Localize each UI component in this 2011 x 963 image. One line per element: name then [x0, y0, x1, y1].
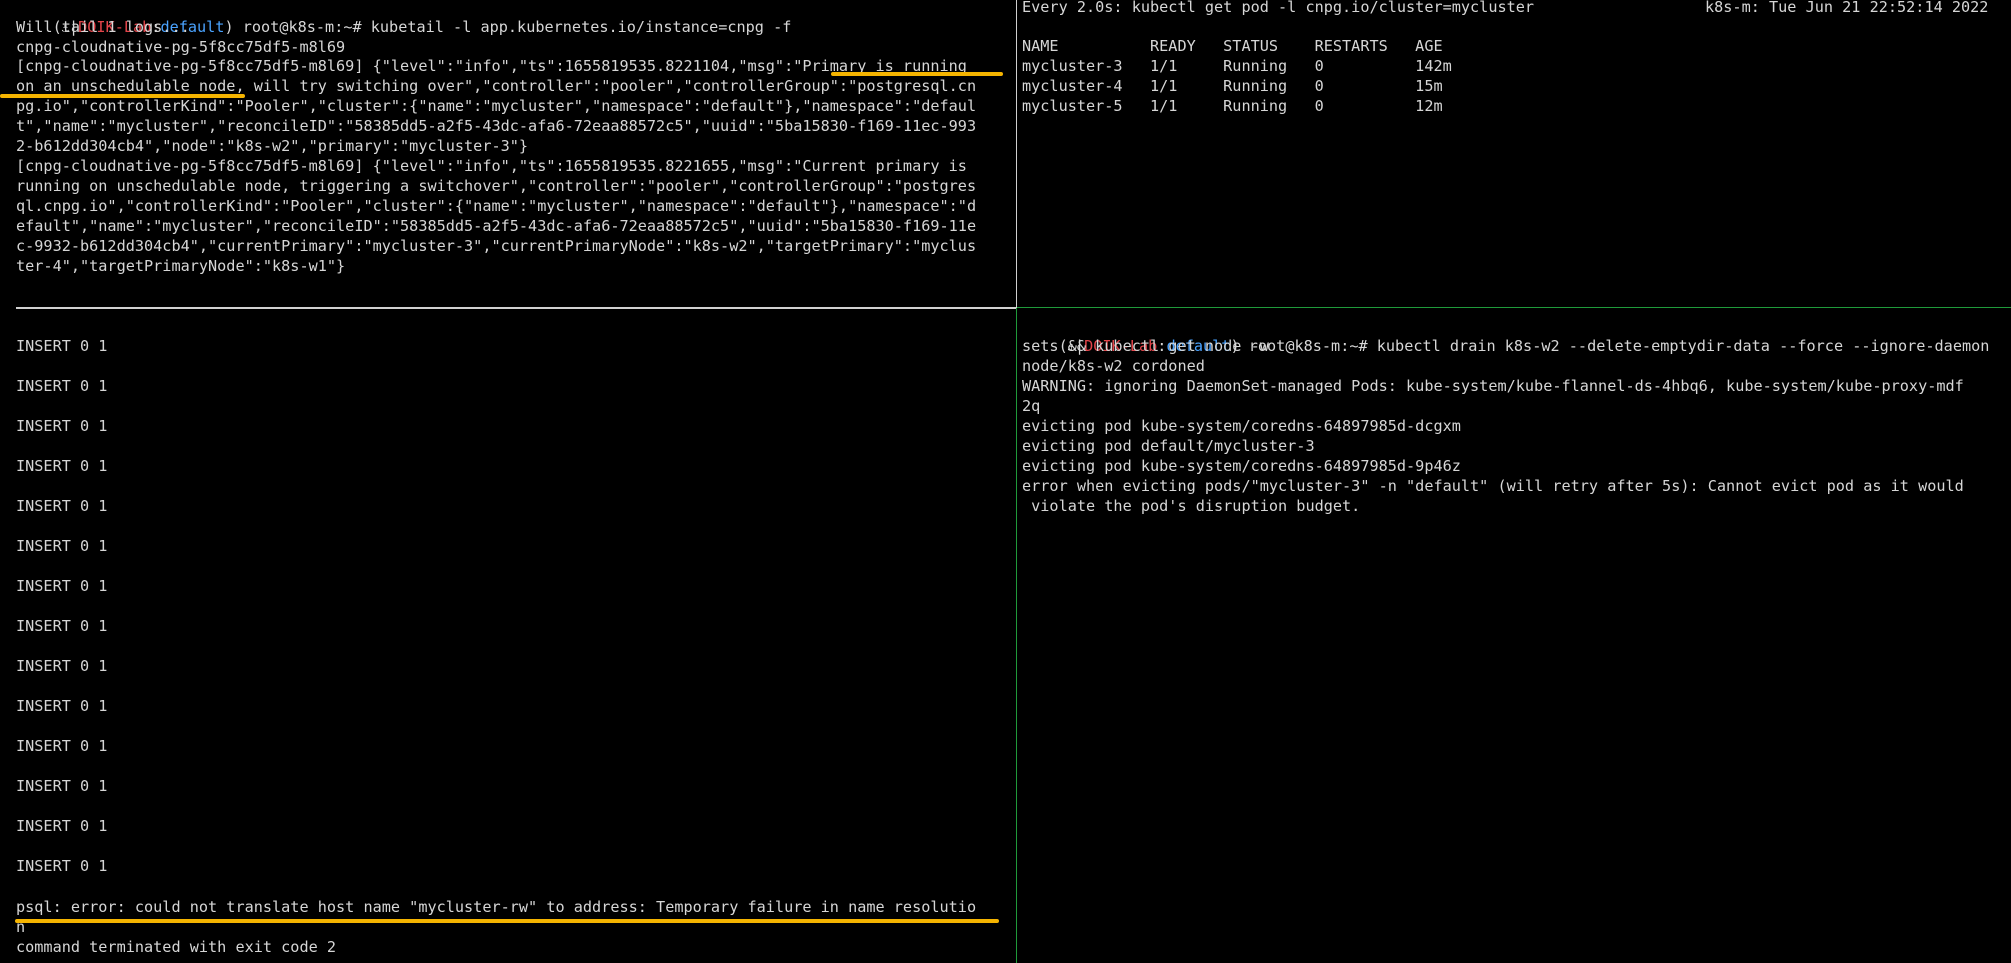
log-line: Will tail 1 logs...: [16, 18, 190, 36]
pane-divider-horizontal-right-active: [1017, 307, 2011, 308]
highlight-underline: [0, 94, 245, 98]
output-line: evicting pod kube-system/coredns-6489798…: [1022, 457, 1461, 475]
output-line: sets && kubectl get node -w: [1022, 337, 1269, 355]
pod-table-row: mycluster-4 1/1 Running 0 15m: [1022, 77, 1443, 95]
output-line: INSERT 0 1: [16, 377, 108, 395]
output-line: node/k8s-w2 cordoned: [1022, 357, 1205, 375]
prompt-line: (⚓|DOIK-Lab:default) root@k8s-m:~# kubet…: [52, 18, 792, 36]
log-line: ql.cnpg.io","controllerKind":"Pooler","c…: [16, 197, 977, 215]
log-line: efault","name":"mycluster","reconcileID"…: [16, 217, 977, 235]
output-line: INSERT 0 1: [16, 537, 108, 555]
pane-kubetail-logs[interactable]: (⚓|DOIK-Lab:default) root@k8s-m:~# kubet…: [16, 0, 1016, 305]
pane-psql-inserts[interactable]: INSERT 0 1 INSERT 0 1 INSERT 0 1 INSERT …: [16, 326, 1016, 963]
output-line: evicting pod default/mycluster-3: [1022, 437, 1315, 455]
log-line: cnpg-cloudnative-pg-5f8cc75df5-m8l69: [16, 38, 346, 56]
output-line: INSERT 0 1: [16, 697, 108, 715]
pod-table-header: NAME READY STATUS RESTARTS AGE: [1022, 37, 1443, 55]
log-line: running on unschedulable node, triggerin…: [16, 177, 977, 195]
pane-watch-pods[interactable]: Every 2.0s: kubectl get pod -l cnpg.io/c…: [1022, 0, 2011, 305]
pane-divider-vertical-right-active: [1016, 308, 1017, 963]
output-line: INSERT 0 1: [16, 417, 108, 435]
pane-kubectl-drain[interactable]: (⚓|DOIK-Lab:default) root@k8s-m:~# kubec…: [1022, 316, 2011, 963]
error-line: psql: error: could not translate host na…: [16, 898, 977, 916]
watch-header: Every 2.0s: kubectl get pod -l cnpg.io/c…: [1022, 0, 1535, 16]
output-line: error when evicting pods/"mycluster-3" -…: [1022, 477, 1964, 495]
output-line: evicting pod kube-system/coredns-6489798…: [1022, 417, 1461, 435]
watch-timestamp: k8s-m: Tue Jun 21 22:52:14 2022: [1705, 0, 1989, 16]
prompt-line: (⚓|DOIK-Lab:default) root@k8s-m:~# kubec…: [1058, 337, 1990, 355]
pane-divider-horizontal-left: [16, 307, 1016, 309]
log-line: [cnpg-cloudnative-pg-5f8cc75df5-m8l69] {…: [16, 57, 967, 75]
command-text: root@k8s-m:~# kubectl drain k8s-w2 --del…: [1239, 337, 1990, 355]
highlight-underline: [831, 72, 1003, 76]
output-line: INSERT 0 1: [16, 617, 108, 635]
log-line: pg.io","controllerKind":"Pooler","cluste…: [16, 97, 977, 115]
pod-table-row: mycluster-3 1/1 Running 0 142m: [1022, 57, 1452, 75]
output-line: INSERT 0 1: [16, 857, 108, 875]
output-line: 2q: [1022, 397, 1041, 415]
exit-line: command terminated with exit code 2: [16, 938, 337, 956]
log-line: ter-4","targetPrimaryNode":"k8s-w1"}: [16, 257, 346, 275]
output-line: WARNING: ignoring DaemonSet-managed Pods…: [1022, 377, 1964, 395]
output-line: INSERT 0 1: [16, 737, 108, 755]
output-line: INSERT 0 1: [16, 657, 108, 675]
output-line: INSERT 0 1: [16, 817, 108, 835]
log-line: [cnpg-cloudnative-pg-5f8cc75df5-m8l69] {…: [16, 157, 967, 175]
output-line: INSERT 0 1: [16, 457, 108, 475]
pod-table-row: mycluster-5 1/1 Running 0 12m: [1022, 97, 1443, 115]
output-line: violate the pod's disruption budget.: [1022, 497, 1361, 515]
log-line: t","name":"mycluster","reconcileID":"583…: [16, 117, 977, 135]
output-line: INSERT 0 1: [16, 337, 108, 355]
output-line: INSERT 0 1: [16, 577, 108, 595]
log-line: c-9932-b612dd304cb4","currentPrimary":"m…: [16, 237, 977, 255]
command-text: root@k8s-m:~# kubetail -l app.kubernetes…: [233, 18, 792, 36]
output-line: INSERT 0 1: [16, 497, 108, 515]
log-line: on an unschedulable node, will try switc…: [16, 77, 977, 95]
log-line: 2-b612dd304cb4","node":"k8s-w2","primary…: [16, 137, 529, 155]
highlight-underline: [15, 919, 999, 923]
output-line: INSERT 0 1: [16, 777, 108, 795]
